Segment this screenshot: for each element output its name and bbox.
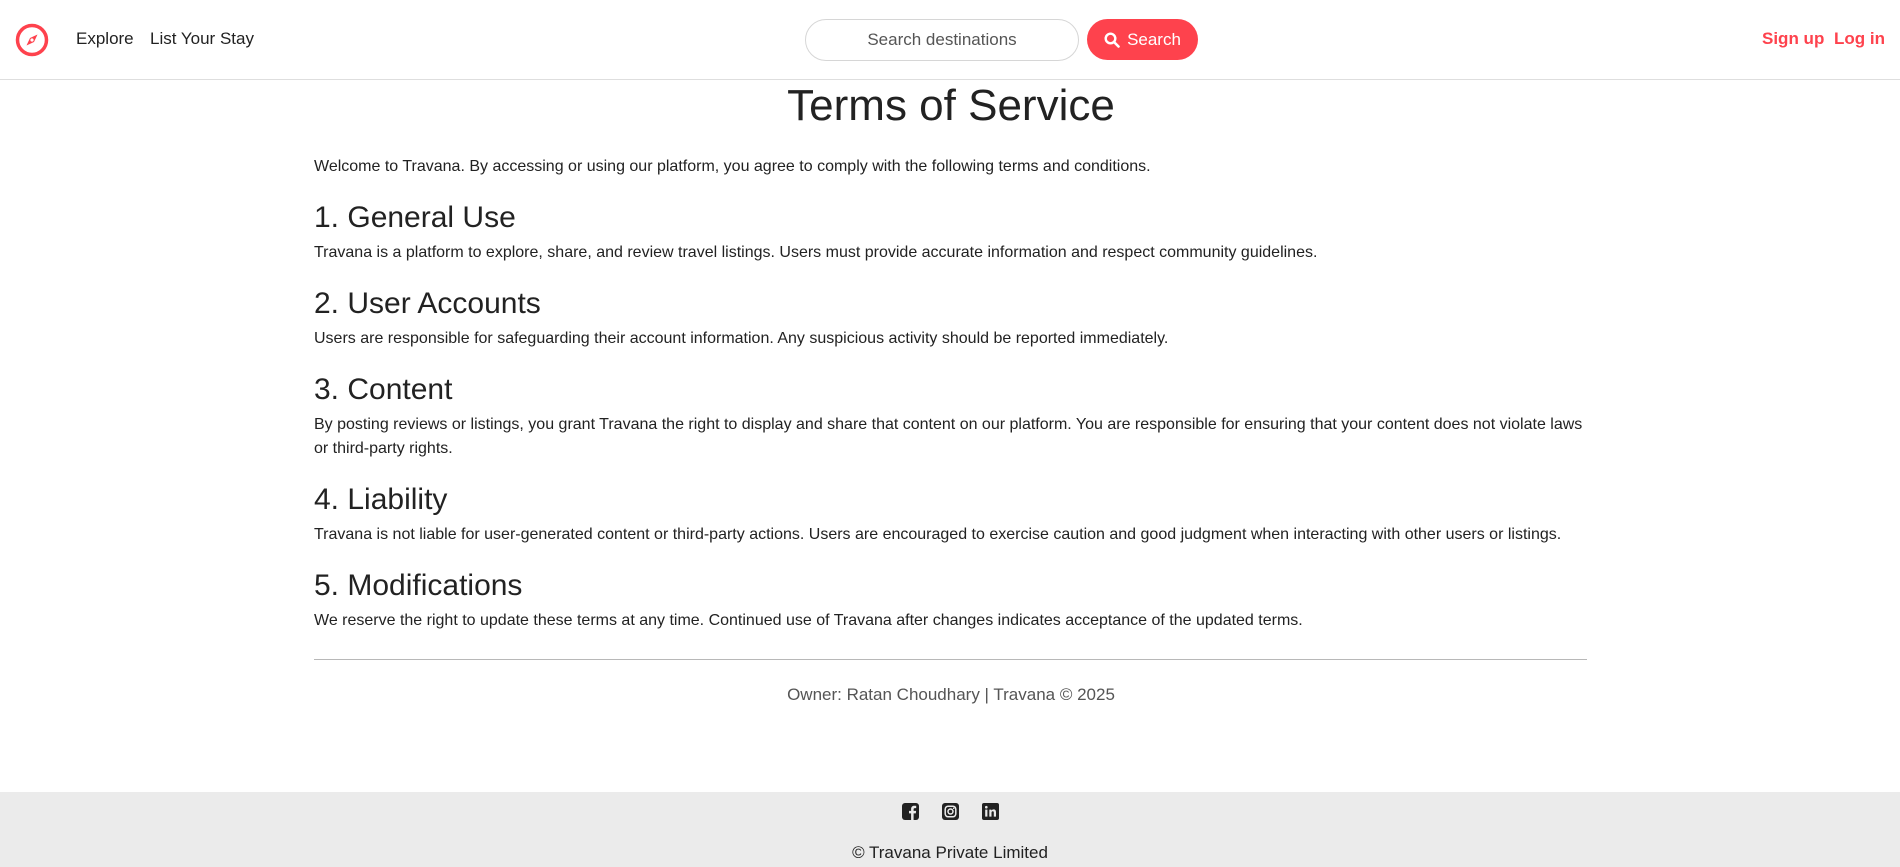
owner-line: Owner: Ratan Choudhary | Travana © 2025 [787,685,1115,704]
section-heading: 5. Modifications [314,569,523,602]
section-content: 3. Content By posting reviews or listing… [314,373,1588,461]
divider [314,659,1587,660]
terms-content: Terms of Service Welcome to Travana. By … [314,80,1588,705]
search-icon [1104,31,1120,48]
section-general-use: 1. General Use Travana is a platform to … [314,201,1588,265]
signup-link[interactable]: Sign up [1762,29,1824,49]
section-body: Travana is not liable for user-generated… [314,526,1562,543]
section-liability: 4. Liability Travana is not liable for u… [314,483,1588,547]
section-heading: 3. Content [314,373,453,406]
nav-list-your-stay-link[interactable]: List Your Stay [150,29,254,49]
search-button-label: Search [1127,29,1181,49]
page-title: Terms of Service [787,81,1115,130]
section-heading: 4. Liability [314,483,448,516]
section-body: Travana is a platform to explore, share,… [314,244,1318,261]
compass-icon[interactable] [14,22,50,58]
section-user-accounts: 2. User Accounts Users are responsible f… [314,287,1588,351]
facebook-icon[interactable] [901,802,920,821]
search-input[interactable] [805,19,1079,61]
footer-copyright: © Travana Private Limited [852,843,1048,862]
section-body: We reserve the right to update these ter… [314,612,1303,629]
section-heading: 1. General Use [314,201,516,234]
social-links [0,802,1900,821]
instagram-icon[interactable] [941,802,960,821]
login-link[interactable]: Log in [1834,29,1885,49]
section-heading: 2. User Accounts [314,287,541,320]
footer: © Travana Private Limited [0,792,1900,867]
section-modifications: 5. Modifications We reserve the right to… [314,569,1588,633]
search-button[interactable]: Search [1087,19,1198,60]
intro-text: Welcome to Travana. By accessing or usin… [314,158,1151,175]
section-body: By posting reviews or listings, you gran… [314,416,1583,457]
section-body: Users are responsible for safeguarding t… [314,330,1169,347]
linkedin-icon[interactable] [981,802,1000,821]
nav-explore-link[interactable]: Explore [76,29,134,49]
navbar: Explore List Your Stay Search Sign up Lo… [0,0,1900,80]
